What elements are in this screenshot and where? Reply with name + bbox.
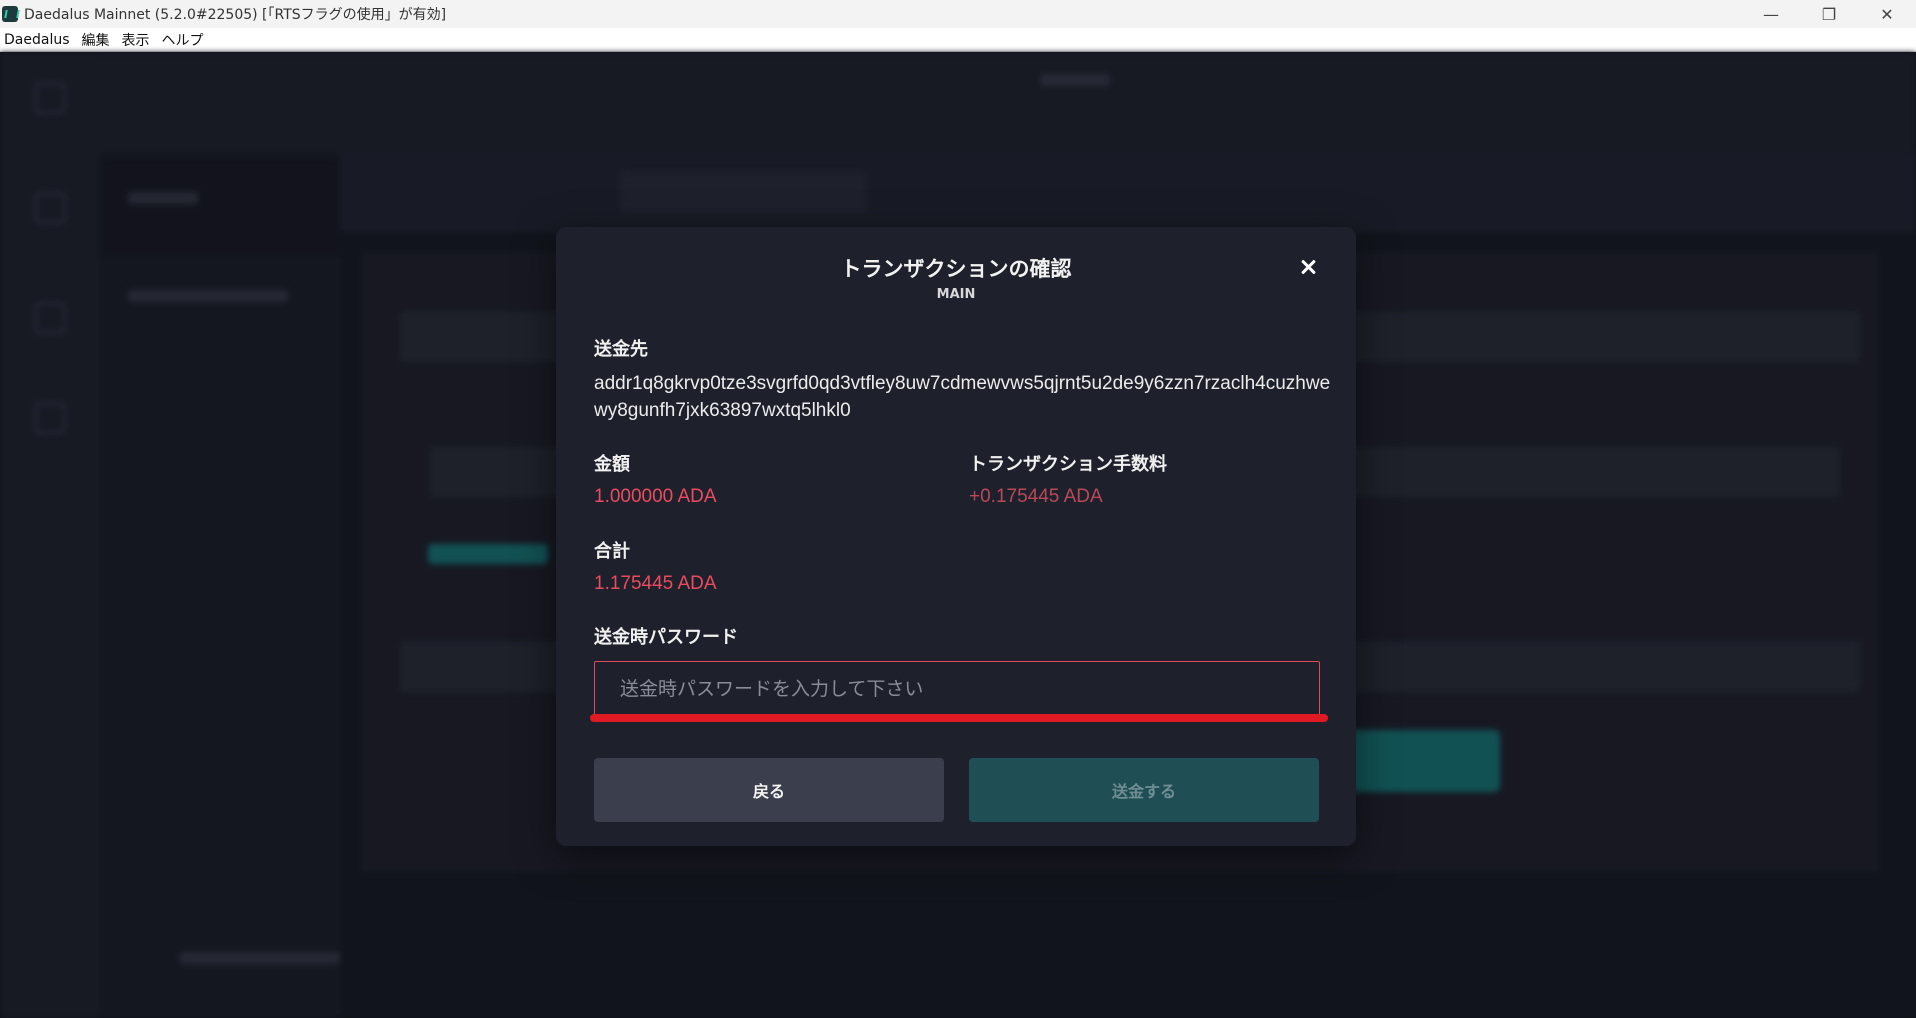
back-button[interactable]: 戻る bbox=[594, 758, 944, 822]
dialog-subtitle: MAIN bbox=[936, 287, 976, 302]
fee-value: +0.175445 ADA bbox=[969, 486, 1103, 507]
total-value: 1.175445 ADA bbox=[594, 573, 717, 594]
close-icon[interactable] bbox=[1296, 255, 1320, 279]
minimize-icon[interactable]: — bbox=[1742, 0, 1800, 28]
menu-bar: Daedalus 編集 表示 ヘルプ bbox=[0, 28, 1916, 52]
recipient-address: addr1q8gkrvp0tze3svgrfd0qd3vtfley8uw7cdm… bbox=[594, 373, 1331, 421]
recipient-label: 送金先 bbox=[594, 339, 648, 360]
menu-view[interactable]: 表示 bbox=[118, 30, 158, 50]
daedalus-app-icon bbox=[2, 6, 18, 22]
password-label: 送金時パスワード bbox=[594, 627, 738, 648]
total-label: 合計 bbox=[594, 541, 630, 562]
maximize-icon[interactable]: ❐ bbox=[1800, 0, 1858, 28]
menu-edit[interactable]: 編集 bbox=[78, 30, 118, 50]
menu-daedalus[interactable]: Daedalus bbox=[0, 32, 78, 48]
confirm-transaction-dialog: トランザクションの確認 MAIN 送金先 addr1q8gkrvp0tze3sv… bbox=[556, 227, 1356, 846]
dialog-title: トランザクションの確認 bbox=[840, 257, 1072, 281]
close-window-icon[interactable]: ✕ bbox=[1858, 0, 1916, 28]
fee-label: トランザクション手数料 bbox=[969, 454, 1167, 475]
red-highlight-underline bbox=[590, 714, 1328, 722]
menu-help[interactable]: ヘルプ bbox=[158, 30, 212, 50]
window-titlebar: Daedalus Mainnet (5.2.0#22505) [「RTSフラグの… bbox=[0, 0, 1916, 28]
window-controls: — ❐ ✕ bbox=[1742, 0, 1916, 28]
amount-label: 金額 bbox=[594, 454, 630, 475]
amount-value: 1.000000 ADA bbox=[594, 486, 717, 507]
send-button[interactable]: 送金する bbox=[969, 758, 1319, 822]
window-title: Daedalus Mainnet (5.2.0#22505) [「RTSフラグの… bbox=[24, 7, 447, 23]
password-input[interactable] bbox=[594, 661, 1320, 717]
